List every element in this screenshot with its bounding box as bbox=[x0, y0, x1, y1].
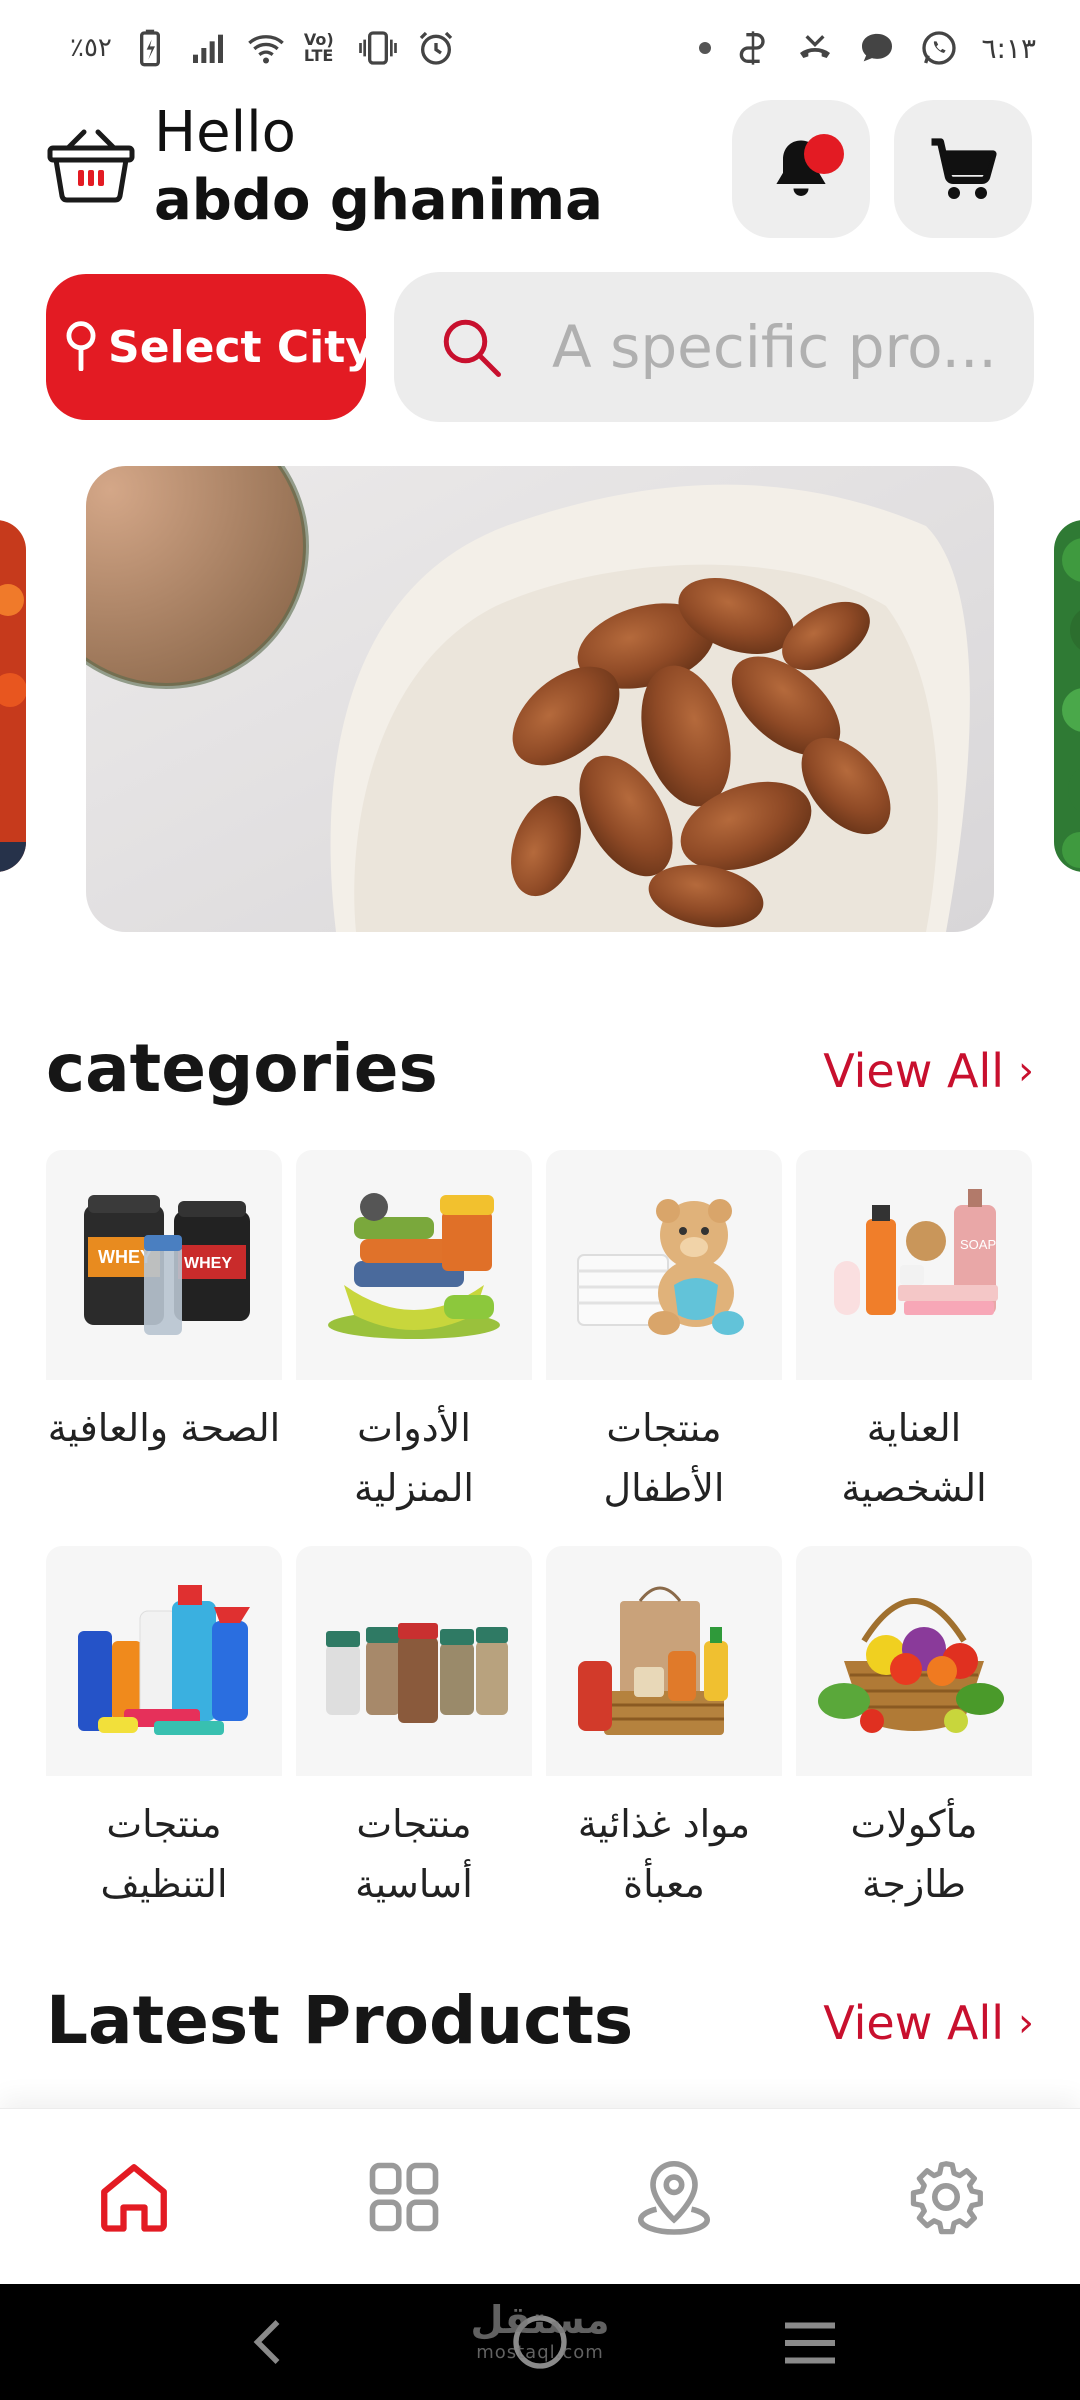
gear-icon bbox=[910, 2161, 983, 2235]
carousel-next-slide[interactable] bbox=[1054, 520, 1080, 872]
whatsapp-icon bbox=[919, 28, 959, 68]
carousel-prev-slide[interactable] bbox=[0, 520, 26, 872]
notification-dot-icon bbox=[699, 42, 712, 54]
fresh-produce-image bbox=[796, 1546, 1032, 1776]
svg-text:WHEY: WHEY bbox=[184, 1255, 232, 1272]
vibrate-icon bbox=[358, 28, 398, 68]
category-card-housewares[interactable]: الأدوات المنزلية bbox=[296, 1150, 532, 1518]
categories-view-all-link[interactable]: View All › bbox=[823, 1044, 1034, 1098]
alarm-icon bbox=[416, 28, 456, 68]
kitchenware-image bbox=[296, 1150, 532, 1380]
view-all-label: View All bbox=[823, 1996, 1004, 2050]
app-header: Hello abdo ghanima bbox=[0, 96, 1080, 256]
notification-badge bbox=[804, 134, 844, 174]
cleaning-products-image bbox=[46, 1546, 282, 1776]
category-grid: WHEY WHEY الصحة والعافية الأدوات المنزلي… bbox=[46, 1150, 1036, 1914]
greeting-text: Hello bbox=[154, 100, 296, 165]
category-card-health[interactable]: WHEY WHEY الصحة والعافية bbox=[46, 1150, 282, 1518]
view-all-label: View All bbox=[823, 1044, 1004, 1098]
search-bar[interactable] bbox=[394, 272, 1034, 422]
volte-indicator: Vo) LTE bbox=[303, 30, 334, 65]
svg-text:SOAP: SOAP bbox=[960, 1237, 996, 1252]
category-label: مواد غذائية معبأة bbox=[577, 1802, 751, 1906]
chevron-right-icon: › bbox=[1018, 2000, 1034, 2046]
category-label: مأكولات طازجة bbox=[850, 1802, 978, 1906]
system-recents-button[interactable] bbox=[780, 2318, 840, 2368]
cart-icon bbox=[931, 138, 997, 199]
home-icon bbox=[101, 2164, 167, 2232]
nav-location[interactable] bbox=[626, 2149, 722, 2245]
username: abdo ghanima bbox=[154, 168, 603, 233]
category-card-essentials[interactable]: منتجات أساسية bbox=[296, 1546, 532, 1914]
location-icon bbox=[637, 2160, 711, 2235]
category-label: العناية الشخصية bbox=[841, 1406, 987, 1510]
svg-text:WHEY: WHEY bbox=[98, 1247, 152, 1267]
nav-settings[interactable] bbox=[898, 2149, 994, 2245]
supplements-image: WHEY WHEY bbox=[46, 1150, 282, 1380]
clock: ٦:١٣ bbox=[981, 31, 1036, 65]
baby-products-image bbox=[546, 1150, 782, 1380]
status-bar: ٪٥٢ Vo) LTE ٦:١٣ bbox=[0, 0, 1080, 96]
battery-icon bbox=[130, 28, 170, 68]
latest-products-title: Latest Products bbox=[46, 1982, 634, 2059]
select-city-label: Select City bbox=[108, 321, 374, 373]
category-label: الأدوات المنزلية bbox=[354, 1406, 474, 1510]
cart-button[interactable] bbox=[894, 100, 1032, 238]
spices-image bbox=[296, 1546, 532, 1776]
promo-banner[interactable] bbox=[86, 466, 994, 932]
missed-call-icon bbox=[795, 28, 835, 68]
system-navigation-bar: مستقل mostaql.com bbox=[0, 2284, 1080, 2400]
select-city-button[interactable]: Select City bbox=[46, 274, 401, 420]
bottom-navigation bbox=[0, 2108, 1080, 2284]
message-icon bbox=[857, 28, 897, 68]
latest-products-view-all-link[interactable]: View All › bbox=[823, 1996, 1034, 2050]
categories-title: categories bbox=[46, 1030, 438, 1107]
category-label: الصحة والعافية bbox=[47, 1406, 281, 1450]
recents-icon bbox=[785, 2322, 835, 2364]
category-label: منتجات أساسية bbox=[355, 1802, 473, 1906]
signal-icon bbox=[188, 28, 228, 68]
search-input[interactable] bbox=[552, 313, 1012, 381]
almonds-image bbox=[86, 466, 994, 932]
category-card-personal-care[interactable]: SOAP العناية الشخصية bbox=[796, 1150, 1032, 1518]
wifi-icon bbox=[246, 28, 286, 68]
back-arrow-icon bbox=[253, 2320, 280, 2364]
map-pin-icon bbox=[62, 319, 100, 375]
category-label: منتجات الأطفال bbox=[603, 1406, 725, 1510]
category-card-cleaning[interactable]: منتجات التنظيف bbox=[46, 1546, 282, 1914]
watermark: مستقل mostaql.com bbox=[470, 2298, 610, 2363]
system-back-button[interactable] bbox=[240, 2312, 300, 2372]
chevron-right-icon: › bbox=[1018, 1048, 1034, 1094]
category-card-kids[interactable]: منتجات الأطفال bbox=[546, 1150, 782, 1518]
watermark-latin: mostaql.com bbox=[476, 2342, 604, 2363]
category-label: منتجات التنظيف bbox=[100, 1802, 228, 1906]
sync-icon bbox=[733, 28, 773, 68]
grid-icon bbox=[369, 2162, 439, 2232]
battery-percent: ٪٥٢ bbox=[70, 33, 112, 63]
search-icon bbox=[443, 319, 501, 377]
personal-care-image: SOAP bbox=[796, 1150, 1032, 1380]
groceries-image bbox=[546, 1546, 782, 1776]
category-card-fresh-food[interactable]: مأكولات طازجة bbox=[796, 1546, 1032, 1914]
nav-home[interactable] bbox=[86, 2149, 182, 2245]
basket-logo-icon bbox=[46, 126, 136, 206]
category-card-packaged-food[interactable]: مواد غذائية معبأة bbox=[546, 1546, 782, 1914]
watermark-arabic: مستقل bbox=[470, 2298, 610, 2342]
notifications-button[interactable] bbox=[732, 100, 870, 238]
nav-categories[interactable] bbox=[356, 2149, 452, 2245]
